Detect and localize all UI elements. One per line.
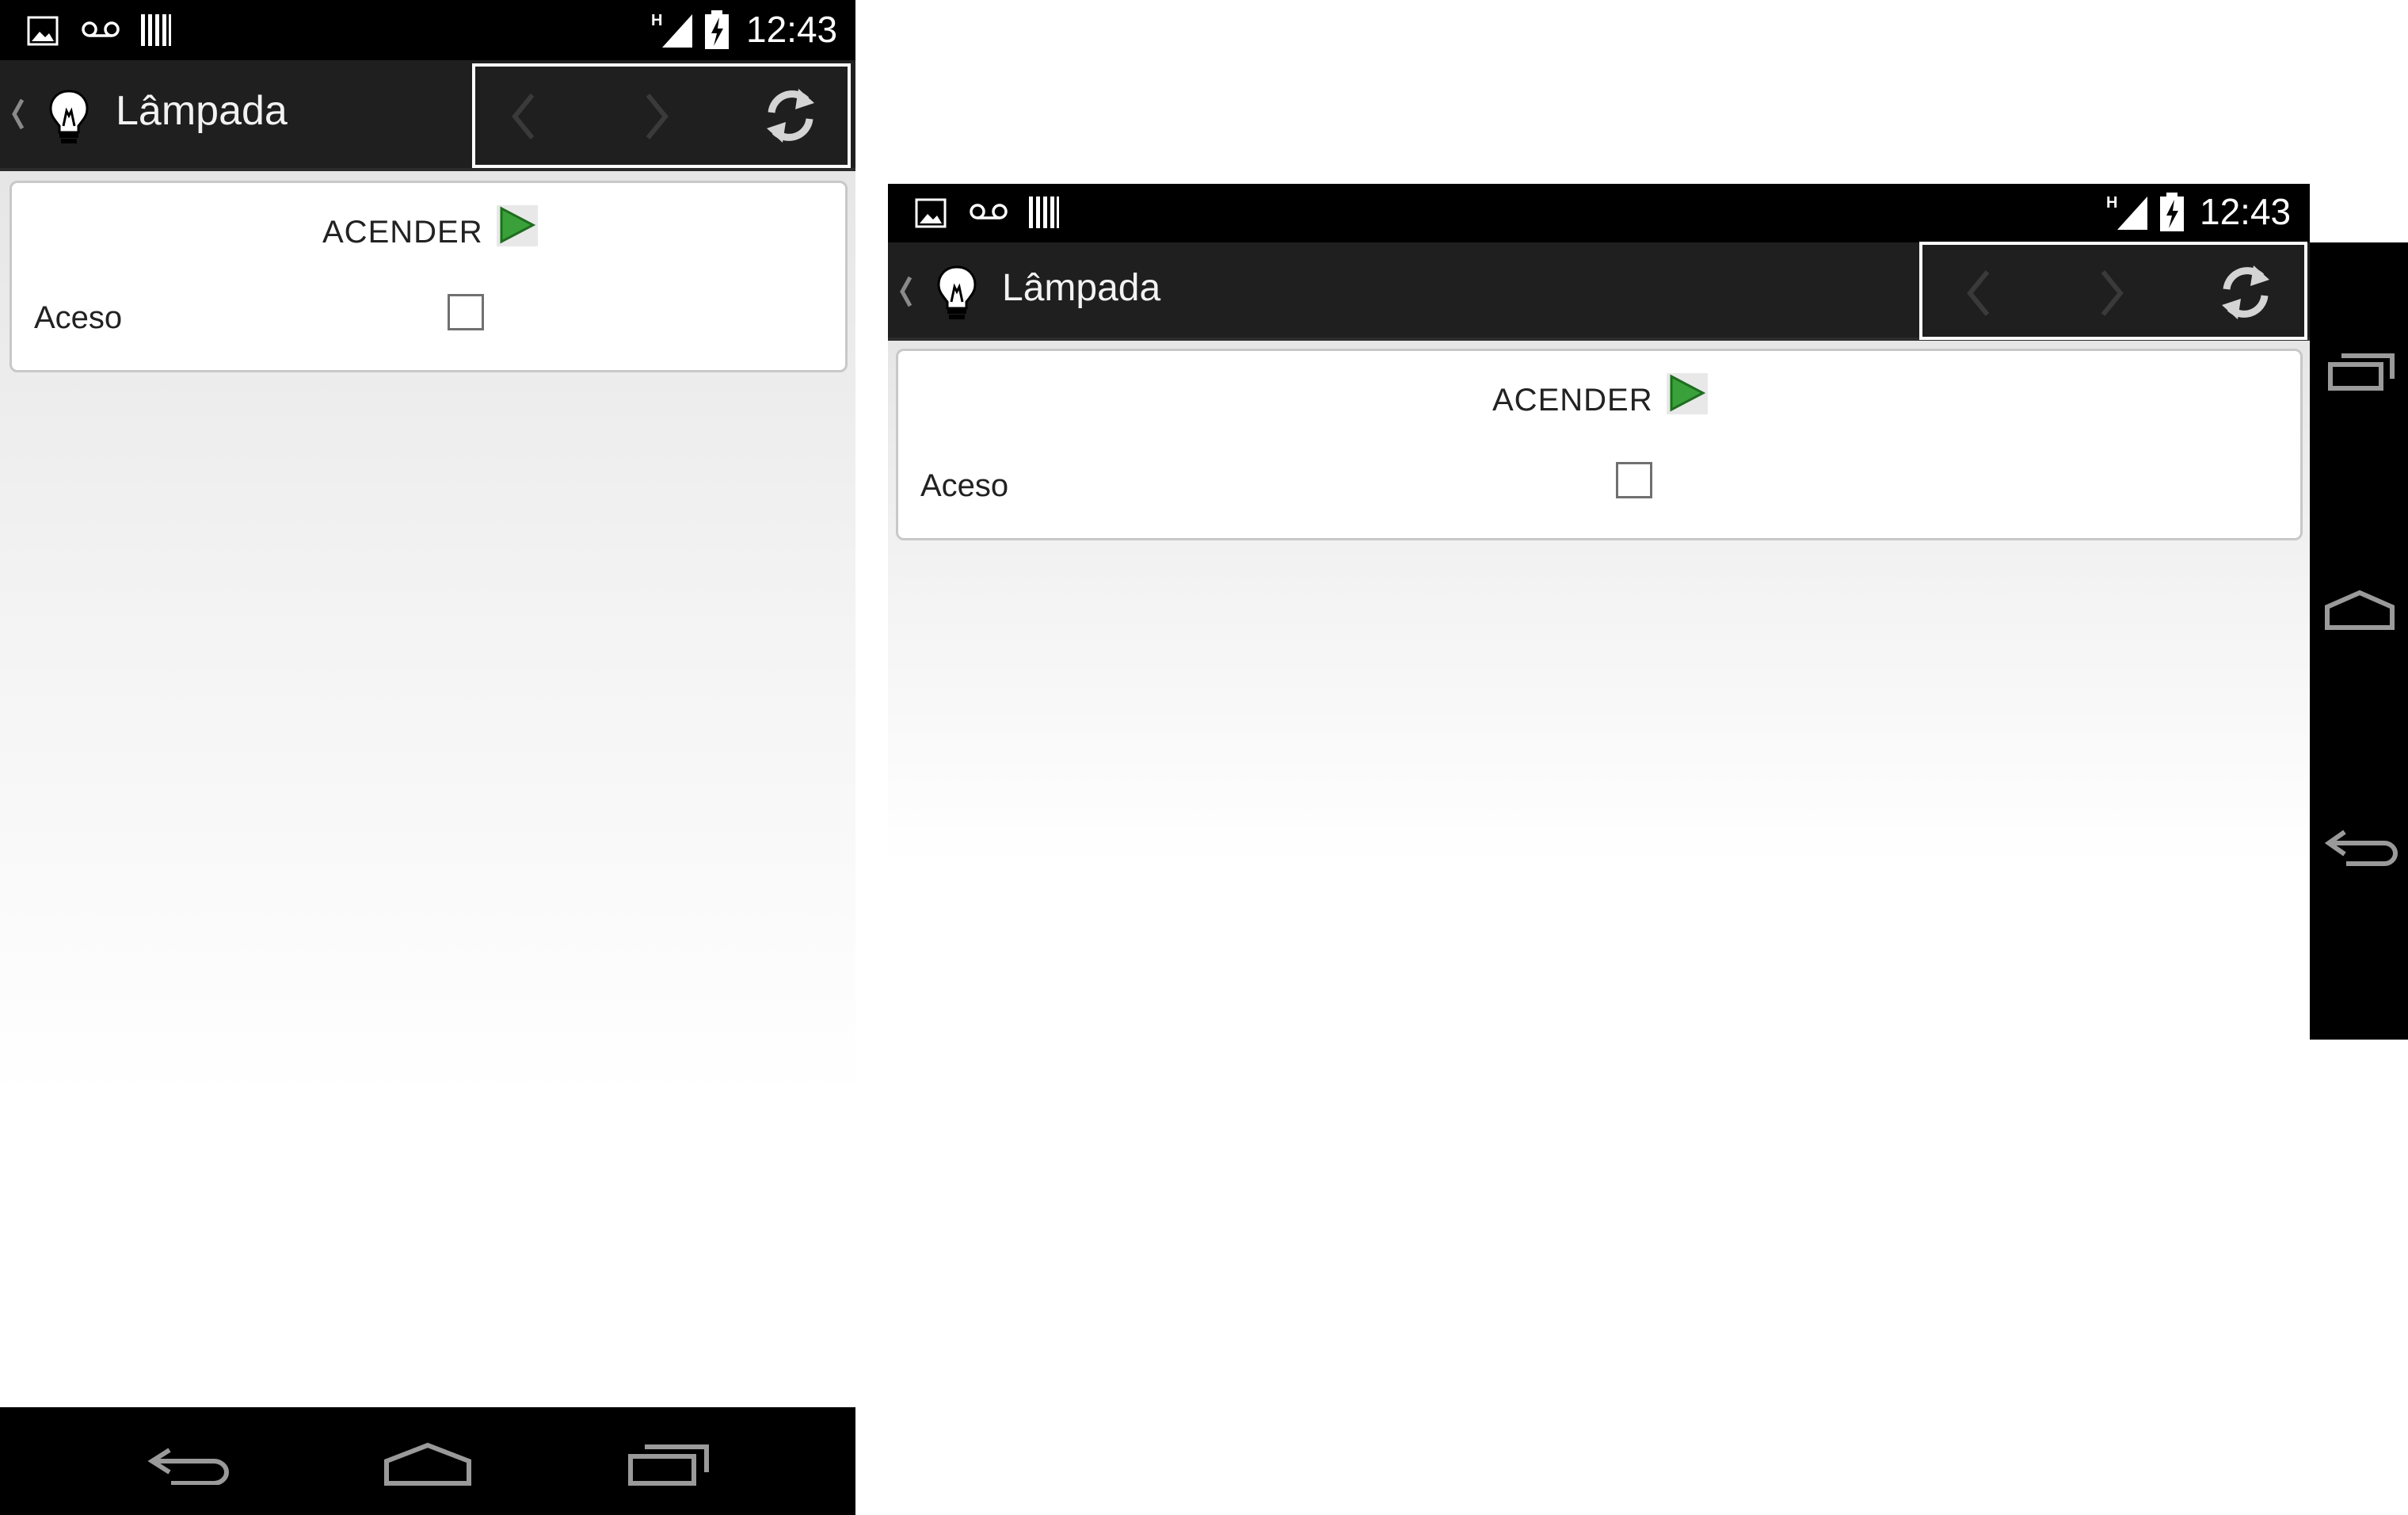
forward-arrow-icon[interactable] xyxy=(2095,267,2127,319)
forward-arrow-icon[interactable] xyxy=(640,90,672,143)
up-caret-icon[interactable] xyxy=(10,97,27,132)
recent-apps-nav-icon[interactable] xyxy=(627,1442,711,1486)
portrait-screenshot: H 12:43 Lâmpada ACENDER Aceso xyxy=(0,0,855,1515)
h-signal-icon: H xyxy=(651,12,692,48)
action-bar: Lâmpada xyxy=(0,60,855,171)
aceso-checkbox[interactable] xyxy=(448,294,484,330)
refresh-icon[interactable] xyxy=(760,82,821,149)
image-notification-icon xyxy=(915,198,947,228)
action-buttons-group xyxy=(1919,242,2307,340)
system-nav-bar-landscape xyxy=(2310,242,2408,1040)
aceso-label: Aceso xyxy=(920,468,1009,503)
recent-apps-nav-icon[interactable] xyxy=(2327,352,2395,391)
play-triangle-icon[interactable] xyxy=(497,205,538,246)
acender-label[interactable]: ACENDER xyxy=(322,215,483,250)
status-time: 12:43 xyxy=(746,9,838,50)
up-caret-icon[interactable] xyxy=(897,274,915,309)
lightbulb-icon xyxy=(937,265,977,319)
landscape-screenshot: H 12:43 Lâmpada ACENDER Aceso xyxy=(888,184,2408,1040)
battery-charging-icon xyxy=(705,10,729,49)
status-bar-landscape: H 12:43 xyxy=(888,184,2310,242)
back-arrow-icon[interactable] xyxy=(1964,267,1995,319)
aceso-label: Aceso xyxy=(34,300,123,335)
play-triangle-icon[interactable] xyxy=(1667,373,1708,414)
page-title: Lâmpada xyxy=(1002,267,1161,309)
voicemail-icon xyxy=(82,21,120,37)
home-nav-icon[interactable] xyxy=(383,1442,472,1486)
barcode-notification-icon xyxy=(141,14,171,46)
home-nav-icon[interactable] xyxy=(2324,590,2395,631)
back-arrow-icon[interactable] xyxy=(509,90,540,143)
refresh-icon[interactable] xyxy=(2216,259,2276,326)
system-nav-bar xyxy=(0,1407,855,1515)
image-notification-icon xyxy=(27,16,59,46)
status-bar: H 12:43 xyxy=(0,0,855,60)
action-bar-landscape: Lâmpada xyxy=(888,242,2310,341)
barcode-notification-icon xyxy=(1029,197,1059,228)
page-title: Lâmpada xyxy=(116,88,288,134)
battery-charging-icon xyxy=(2160,193,2184,231)
voicemail-icon xyxy=(970,204,1008,219)
aceso-checkbox[interactable] xyxy=(1616,462,1652,498)
form-card: ACENDER Aceso xyxy=(10,181,848,372)
content-area: ACENDER Aceso xyxy=(0,171,855,1407)
lightbulb-icon xyxy=(49,90,89,143)
back-nav-icon[interactable] xyxy=(147,1441,231,1485)
form-card: ACENDER Aceso xyxy=(896,349,2303,540)
back-nav-icon[interactable] xyxy=(2324,822,2400,868)
svg-text:H: H xyxy=(2106,194,2117,212)
action-buttons-group xyxy=(472,63,851,168)
svg-text:H: H xyxy=(651,12,662,29)
status-time: 12:43 xyxy=(2200,191,2292,232)
h-signal-icon: H xyxy=(2106,194,2147,230)
acender-label[interactable]: ACENDER xyxy=(1492,383,1653,418)
content-area-landscape: ACENDER Aceso xyxy=(888,341,2310,1040)
